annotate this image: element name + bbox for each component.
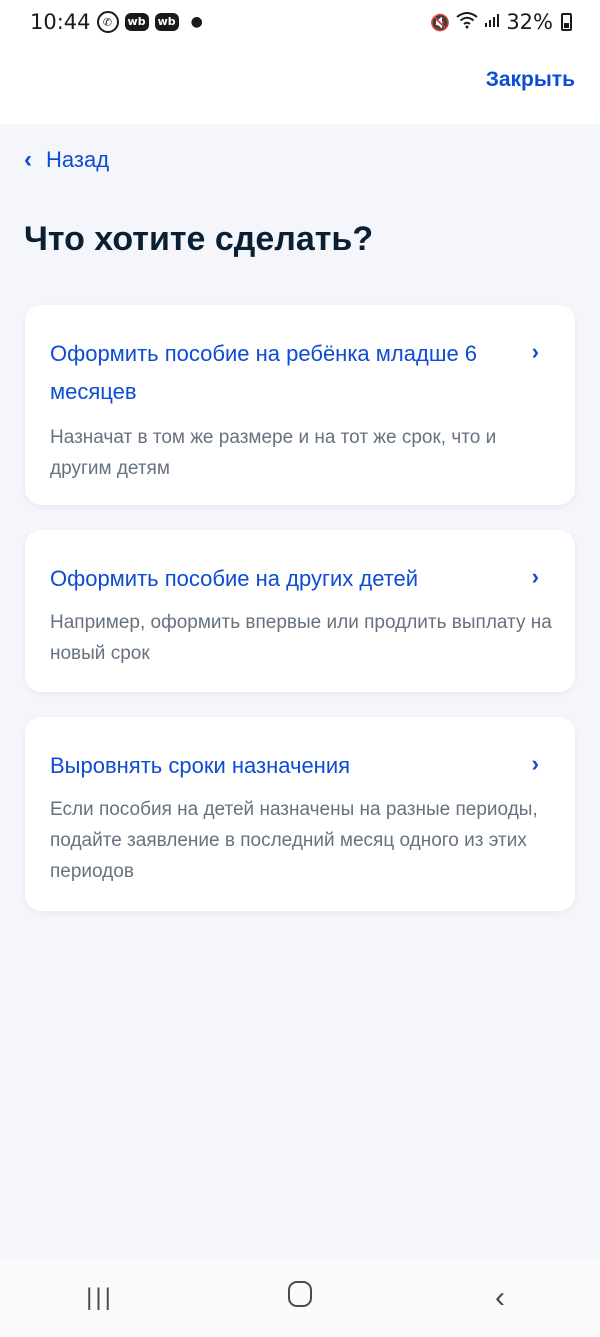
back-label: Назад (46, 147, 110, 172)
chevron-right-icon: › (531, 564, 539, 589)
option-description: Например, оформить впервые или продлить … (50, 612, 552, 664)
wb-app-icon: wb (124, 13, 149, 31)
chevron-right-icon: › (531, 751, 539, 776)
android-nav-bar: ||| ‹ (0, 1259, 600, 1337)
back-button[interactable]: ‹ Назад (24, 147, 109, 173)
signal-icon (484, 12, 500, 32)
status-left: 10:44 ✆ wb wb ● (30, 10, 203, 34)
top-bar: Закрыть (0, 44, 600, 124)
mute-icon: 🔇 (430, 12, 451, 32)
option-title: Оформить пособие на других детей (50, 566, 419, 591)
recent-apps-button[interactable]: ||| (60, 1284, 140, 1312)
wifi-icon (456, 11, 478, 33)
battery-percent: 32% (506, 10, 553, 34)
page-title: Что хотите сделать? (24, 220, 374, 258)
battery-icon (561, 13, 572, 31)
option-title: Оформить пособие на ребёнка младше 6 мес… (50, 341, 478, 404)
viber-icon: ✆ (96, 11, 119, 33)
system-back-button[interactable]: ‹ (460, 1281, 540, 1315)
dot-icon: ● (190, 14, 203, 30)
wb-app-icon: wb (154, 13, 179, 31)
status-right: 🔇 32% (430, 10, 572, 34)
option-card-align-periods[interactable]: Выровнять сроки назначения › Если пособи… (25, 717, 575, 911)
option-title: Выровнять сроки назначения (50, 753, 351, 778)
chevron-right-icon: › (531, 339, 539, 364)
option-card-other-children[interactable]: Оформить пособие на других детей › Напри… (25, 530, 575, 692)
option-description: Если пособия на детей назначены на разны… (50, 799, 538, 882)
option-card-newborn[interactable]: Оформить пособие на ребёнка младше 6 мес… (25, 305, 575, 505)
home-button[interactable] (260, 1281, 340, 1315)
close-button[interactable]: Закрыть (486, 68, 575, 92)
status-bar: 10:44 ✆ wb wb ● 🔇 32% (0, 0, 600, 44)
option-description: Назначат в том же размере и на тот же ср… (50, 427, 497, 479)
chevron-left-icon: ‹ (24, 146, 32, 173)
home-icon (288, 1281, 312, 1307)
status-time: 10:44 (30, 10, 91, 34)
